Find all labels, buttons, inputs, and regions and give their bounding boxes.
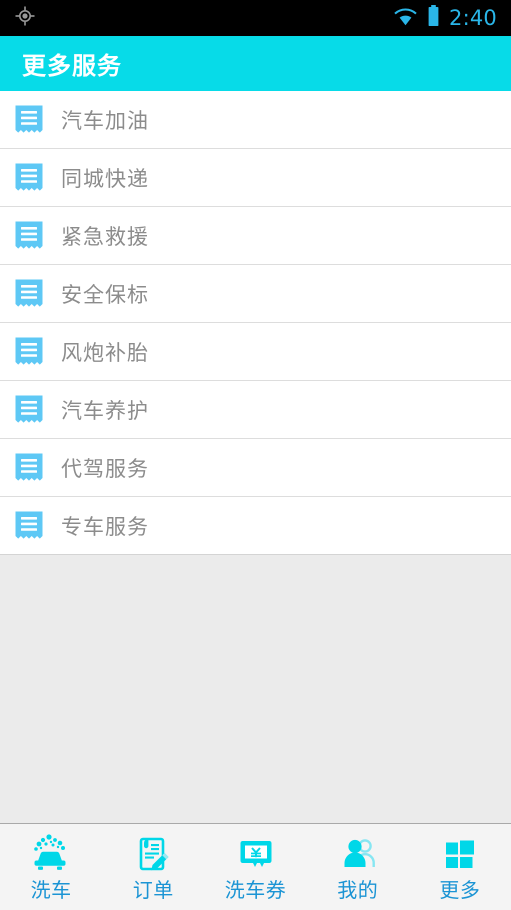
car-wash-icon	[29, 833, 73, 875]
tab-label: 洗车券	[224, 878, 287, 902]
list-item-label: 紧急救援	[61, 224, 149, 249]
receipt-icon	[14, 452, 44, 484]
receipt-icon	[14, 510, 44, 542]
status-bar: 2:40	[0, 0, 511, 36]
battery-icon	[427, 5, 440, 31]
list-item-label: 风炮补胎	[61, 340, 149, 365]
tab-label: 更多	[439, 878, 481, 902]
list-item-label: 专车服务	[61, 514, 149, 539]
list-item[interactable]: 汽车养护	[0, 381, 511, 439]
receipt-icon	[14, 220, 44, 252]
receipt-icon	[14, 162, 44, 194]
list-item-label: 安全保标	[61, 282, 149, 307]
page-title: 更多服务	[22, 52, 122, 80]
tab-order-document-pencil[interactable]: 订单	[102, 824, 204, 910]
list-item[interactable]: 同城快递	[0, 149, 511, 207]
list-item-label: 代驾服务	[61, 456, 149, 481]
list-item[interactable]: 汽车加油	[0, 91, 511, 149]
list-item-label: 汽车养护	[61, 398, 149, 423]
phone-screen: 2:40 更多服务 汽车加油 同城快递 紧急救援 安全保标 风炮补胎 汽车养护 …	[0, 0, 511, 910]
list-item-label: 汽车加油	[61, 108, 149, 133]
grid-more-icon	[438, 833, 482, 875]
empty-area	[0, 555, 511, 823]
receipt-icon	[14, 278, 44, 310]
list-item[interactable]: 代驾服务	[0, 439, 511, 497]
list-item[interactable]: 紧急救援	[0, 207, 511, 265]
coupon-yen-icon	[234, 833, 278, 875]
status-bar-left	[14, 5, 36, 31]
receipt-icon	[14, 104, 44, 136]
gps-location-icon	[14, 5, 36, 31]
tab-grid-more[interactable]: 更多	[409, 824, 511, 910]
tab-label: 我的	[337, 878, 379, 902]
tab-label: 订单	[132, 878, 174, 902]
receipt-icon	[14, 394, 44, 426]
status-bar-clock: 2:40	[449, 6, 497, 30]
bottom-tab-bar: 洗车 订单 洗车券 我的 更多	[0, 823, 511, 910]
users-profile-icon	[336, 833, 380, 875]
app-header: 更多服务	[0, 36, 511, 91]
tab-label: 洗车	[30, 878, 72, 902]
list-item[interactable]: 专车服务	[0, 497, 511, 555]
order-document-pencil-icon	[131, 833, 175, 875]
services-list: 汽车加油 同城快递 紧急救援 安全保标 风炮补胎 汽车养护 代驾服务 专车服务	[0, 91, 511, 555]
tab-users-profile[interactable]: 我的	[307, 824, 409, 910]
list-item[interactable]: 安全保标	[0, 265, 511, 323]
tab-coupon-yen[interactable]: 洗车券	[204, 824, 306, 910]
wifi-icon	[393, 7, 418, 30]
status-bar-right: 2:40	[393, 5, 501, 31]
tab-car-wash[interactable]: 洗车	[0, 824, 102, 910]
list-item-label: 同城快递	[61, 166, 149, 191]
receipt-icon	[14, 336, 44, 368]
list-item[interactable]: 风炮补胎	[0, 323, 511, 381]
